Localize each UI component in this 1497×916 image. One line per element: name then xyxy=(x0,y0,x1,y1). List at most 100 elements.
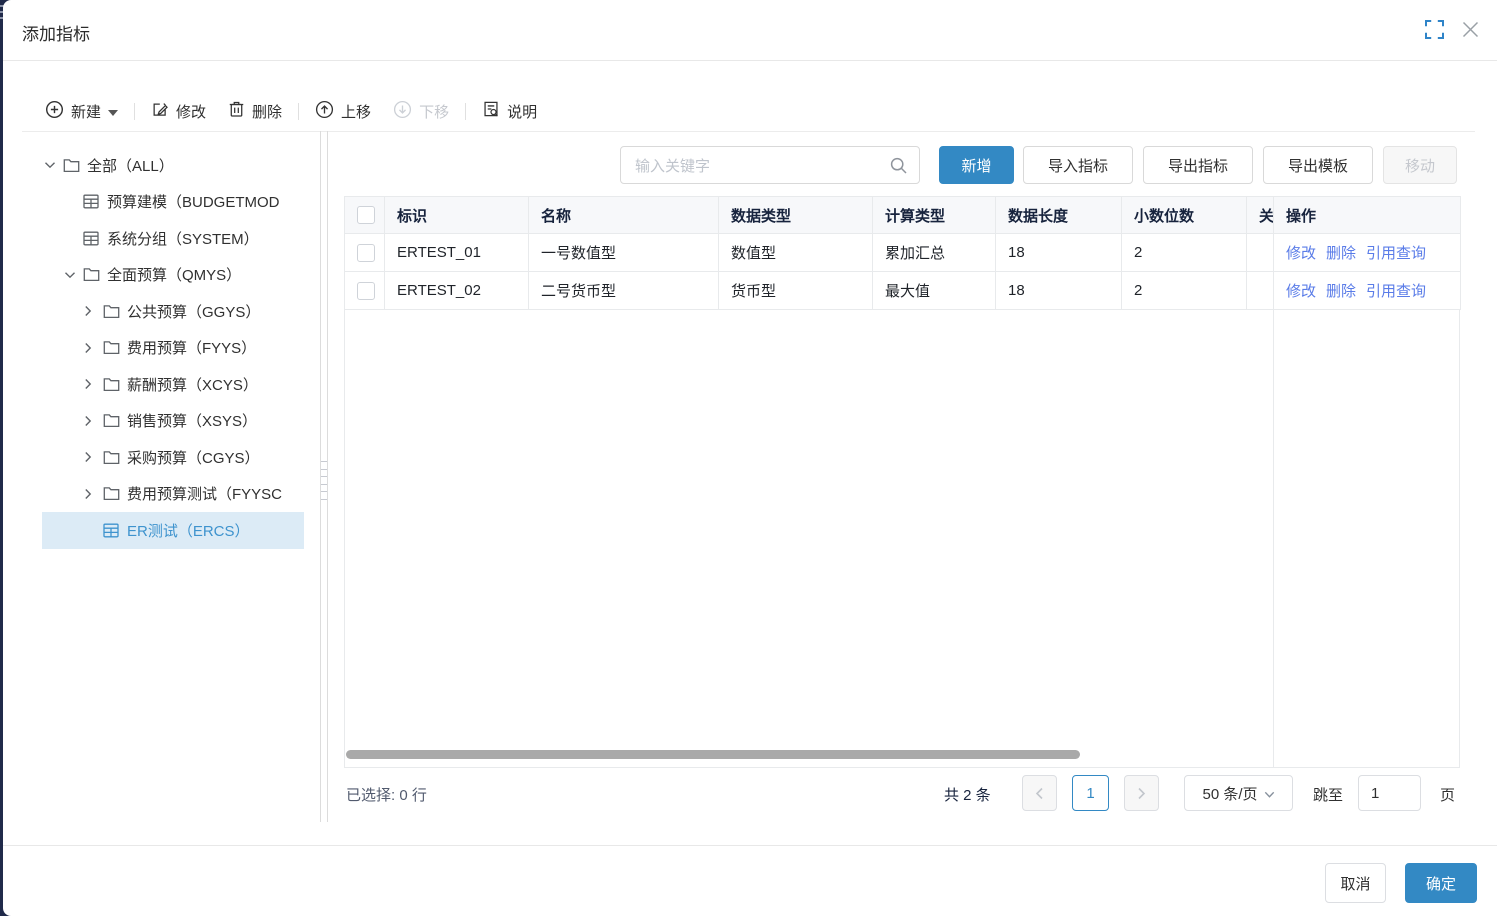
panel-splitter[interactable] xyxy=(327,131,328,822)
tree-item[interactable]: 公共预算（GGYS） xyxy=(42,293,304,330)
page-size-select[interactable]: 50 条/页 xyxy=(1184,775,1293,811)
tree-item[interactable]: 采购预算（CGYS） xyxy=(42,439,304,476)
tree-item-label: ER测试（ERCS） xyxy=(127,520,250,541)
explain-button[interactable]: 说明 xyxy=(482,100,537,122)
page-number-button[interactable]: 1 xyxy=(1072,775,1109,811)
column-header: 数据长度 xyxy=(996,197,1122,234)
tree-item-label: 薪酬预算（XCYS） xyxy=(127,374,258,395)
table-cell: ERTEST_02 xyxy=(385,272,529,310)
folder-icon xyxy=(103,486,125,501)
chevron-down-icon xyxy=(1264,785,1275,802)
table-row: ERTEST_02二号货币型货币型最大值182修改删除引用查询 xyxy=(345,272,1461,310)
tree-item[interactable]: 销售预算（XSYS） xyxy=(42,403,304,440)
reference-query-link[interactable]: 引用查询 xyxy=(1366,245,1426,262)
caret-down-icon xyxy=(108,103,118,120)
delete-button[interactable]: 删除 xyxy=(228,100,282,122)
tree-item-label: 销售预算（XSYS） xyxy=(127,410,257,431)
delete-link[interactable]: 删除 xyxy=(1326,245,1356,262)
next-page-button[interactable] xyxy=(1124,775,1159,811)
document-note-icon xyxy=(482,100,500,122)
table-icon xyxy=(83,194,105,209)
prev-page-button[interactable] xyxy=(1022,775,1057,811)
export-indicators-button[interactable]: 导出指标 xyxy=(1143,146,1253,184)
row-checkbox[interactable] xyxy=(357,282,375,300)
caret-right-icon[interactable] xyxy=(84,342,103,354)
move-down-button[interactable]: 下移 xyxy=(393,100,449,123)
caret-right-icon[interactable] xyxy=(84,378,103,390)
caret-down-icon[interactable] xyxy=(64,271,83,279)
cancel-button[interactable]: 取消 xyxy=(1325,863,1386,903)
tree-item-label: 预算建模（BUDGETMOD xyxy=(107,191,280,212)
tree-item[interactable]: 全部（ALL） xyxy=(42,147,304,184)
modify-link[interactable]: 修改 xyxy=(1286,245,1316,262)
caret-down-icon[interactable] xyxy=(44,161,63,169)
folder-icon xyxy=(103,377,125,392)
table-cell: 累加汇总 xyxy=(873,234,996,272)
table-cell: 18 xyxy=(996,234,1122,272)
import-indicators-button[interactable]: 导入指标 xyxy=(1023,146,1133,184)
folder-icon xyxy=(103,304,125,319)
tree-item[interactable]: 全面预算（QMYS） xyxy=(42,257,304,294)
table-icon xyxy=(103,523,125,538)
caret-right-icon[interactable] xyxy=(84,415,103,427)
tree-item[interactable]: 费用预算（FYYS） xyxy=(42,330,304,367)
row-checkbox[interactable] xyxy=(357,244,375,262)
tree-item[interactable]: 预算建模（BUDGETMOD xyxy=(42,184,304,221)
tree-item-label: 费用预算（FYYS） xyxy=(127,337,256,358)
jump-page-input[interactable] xyxy=(1358,775,1421,811)
select-all-checkbox[interactable] xyxy=(357,206,375,224)
caret-right-icon[interactable] xyxy=(84,451,103,463)
table-row: ERTEST_01一号数值型数值型累加汇总182修改删除引用查询 xyxy=(345,234,1461,272)
arrow-up-circle-icon xyxy=(315,100,334,123)
toolbar-divider xyxy=(298,103,299,120)
table-cell: 2 xyxy=(1122,234,1247,272)
column-header: 操作 xyxy=(1274,197,1461,234)
reference-query-link[interactable]: 引用查询 xyxy=(1366,283,1426,300)
table-cell: 2 xyxy=(1122,272,1247,310)
indicator-table: 标识名称数据类型计算类型数据长度小数位数关操作 ERTEST_01一号数值型数值… xyxy=(344,196,1460,310)
fixed-column-divider xyxy=(1273,309,1274,767)
move-button[interactable]: 移动 xyxy=(1383,146,1457,184)
selection-info: 已选择: 0 行 xyxy=(346,784,427,805)
toolbar: 新建 修改 删除 上移 下移 说明 xyxy=(45,95,537,127)
tree-item[interactable]: ER测试（ERCS） xyxy=(42,512,304,549)
tree-item[interactable]: 费用预算测试（FYYSC xyxy=(42,476,304,513)
footer-divider xyxy=(3,845,1497,846)
screen: 添加指标 新建 修改 删除 上移 下移 xyxy=(0,0,1497,916)
tree-item[interactable]: 系统分组（SYSTEM） xyxy=(42,220,304,257)
toolbar-divider xyxy=(134,103,135,120)
tree-item-label: 采购预算（CGYS） xyxy=(127,447,260,468)
folder-icon xyxy=(63,158,85,173)
table-cell: 最大值 xyxy=(873,272,996,310)
add-button[interactable]: 新增 xyxy=(939,146,1014,184)
search-icon[interactable] xyxy=(890,157,907,179)
folder-icon xyxy=(83,267,105,282)
table-cell: 数值型 xyxy=(719,234,873,272)
modify-button[interactable]: 修改 xyxy=(151,100,206,122)
close-icon[interactable] xyxy=(1462,21,1480,39)
caret-right-icon[interactable] xyxy=(84,488,103,500)
table-header-row: 标识名称数据类型计算类型数据长度小数位数关操作 xyxy=(345,197,1461,234)
modify-link[interactable]: 修改 xyxy=(1286,283,1316,300)
confirm-button[interactable]: 确定 xyxy=(1405,863,1477,903)
table-cell: 18 xyxy=(996,272,1122,310)
jump-to-label: 跳至 xyxy=(1313,784,1343,805)
fullscreen-icon[interactable] xyxy=(1425,20,1445,40)
new-button[interactable]: 新建 xyxy=(45,100,118,123)
search-box xyxy=(620,146,920,184)
plus-circle-icon xyxy=(45,100,64,123)
toolbar-bottom-divider xyxy=(22,131,1475,132)
tree-item-label: 全面预算（QMYS） xyxy=(107,264,241,285)
folder-icon xyxy=(103,340,125,355)
caret-right-icon[interactable] xyxy=(84,305,103,317)
delete-link[interactable]: 删除 xyxy=(1326,283,1356,300)
export-template-button[interactable]: 导出模板 xyxy=(1263,146,1373,184)
search-input[interactable] xyxy=(633,147,887,185)
column-header: 计算类型 xyxy=(873,197,996,234)
column-header: 关 xyxy=(1247,197,1274,234)
tree-item[interactable]: 薪酬预算（XCYS） xyxy=(42,366,304,403)
splitter-grip-icon[interactable] xyxy=(321,461,327,506)
move-up-button[interactable]: 上移 xyxy=(315,100,371,123)
total-count: 共 2 条 xyxy=(944,784,991,805)
horizontal-scrollbar[interactable] xyxy=(346,750,1080,759)
